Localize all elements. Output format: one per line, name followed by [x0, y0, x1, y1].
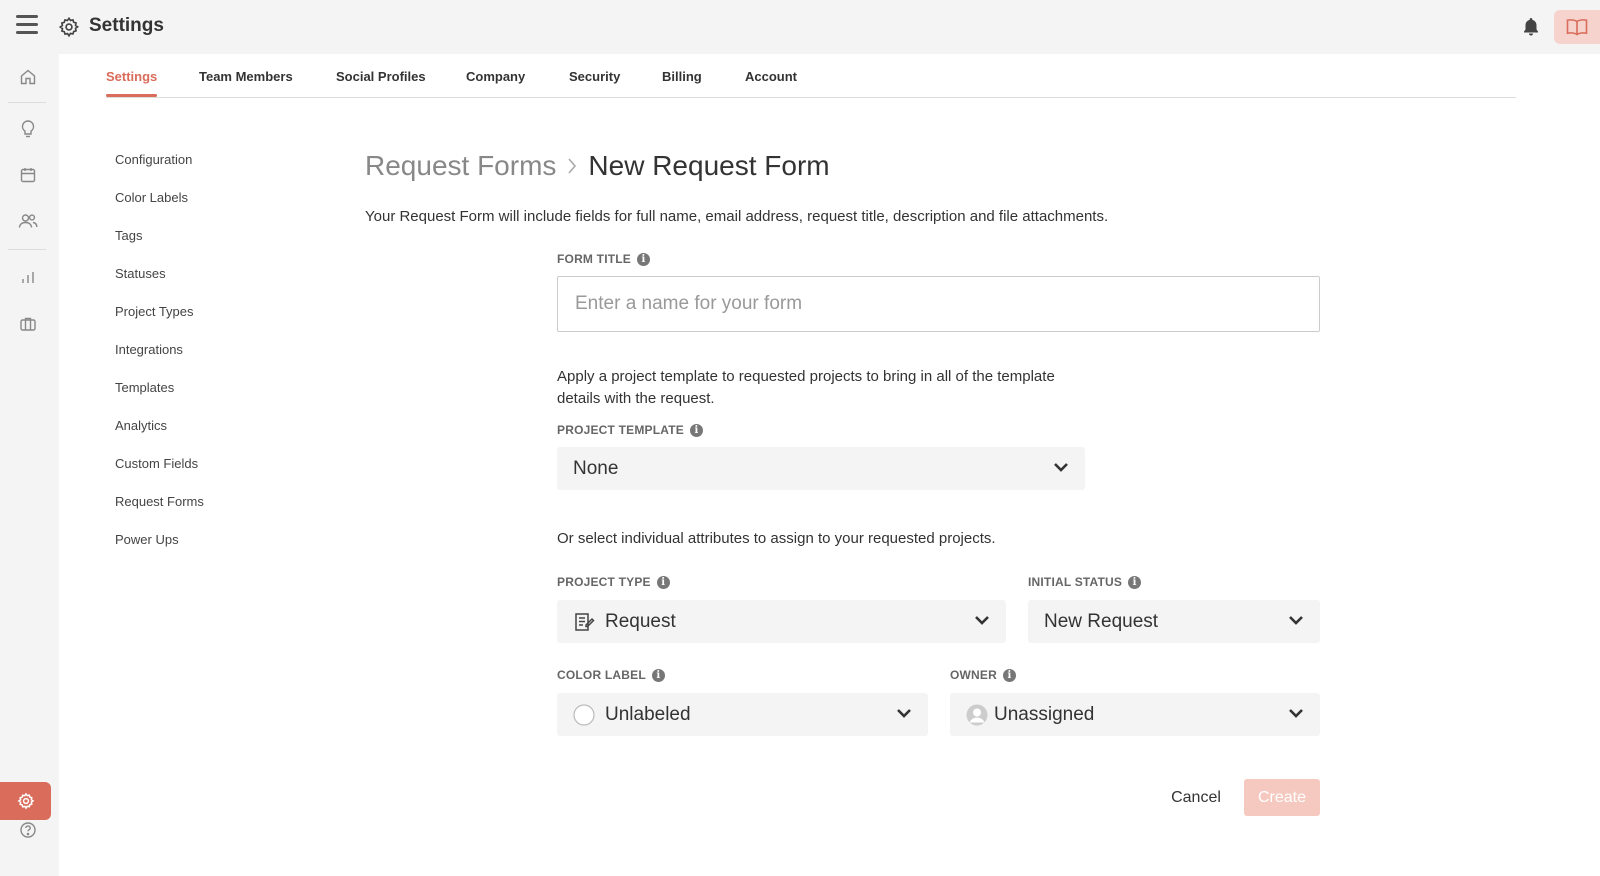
subnav-item-project-types[interactable]: Project Types — [115, 304, 194, 319]
breadcrumb: Request Forms New Request Form — [365, 150, 830, 182]
chevron-right-icon — [566, 156, 578, 176]
tab-account[interactable]: Account — [745, 69, 797, 84]
chart-icon[interactable] — [18, 268, 38, 288]
breadcrumb-current: New Request Form — [588, 150, 830, 181]
tab-billing[interactable]: Billing — [662, 69, 702, 84]
subnav-item-statuses[interactable]: Statuses — [115, 266, 166, 281]
home-icon[interactable] — [18, 67, 38, 87]
breadcrumb-parent[interactable]: Request Forms — [365, 150, 556, 182]
form-title-label-text: FORM TITLE — [557, 252, 631, 266]
project-template-label-text: PROJECT TEMPLATE — [557, 423, 684, 437]
guide-button[interactable] — [1554, 10, 1600, 44]
color-label-select[interactable]: Unlabeled — [557, 693, 928, 736]
color-label-label-text: COLOR LABEL — [557, 668, 646, 682]
lightbulb-icon[interactable] — [18, 119, 38, 139]
owner-select[interactable]: Unassigned — [950, 693, 1320, 736]
template-help-text: Apply a project template to requested pr… — [557, 368, 1055, 407]
color-label-label: COLOR LABEL i — [557, 668, 665, 682]
initial-status-label-text: INITIAL STATUS — [1028, 575, 1123, 589]
project-type-label: PROJECT TYPE i — [557, 575, 670, 589]
chevron-down-icon — [1054, 463, 1068, 472]
subnav-item-power-ups[interactable]: Power Ups — [115, 532, 179, 547]
tab-team-members[interactable]: Team Members — [199, 69, 293, 84]
rail-divider — [8, 249, 46, 250]
color-label-value: Unlabeled — [605, 703, 691, 725]
initial-status-value: New Request — [1044, 610, 1159, 632]
left-rail — [0, 54, 59, 876]
subnav-item-request-forms[interactable]: Request Forms — [115, 494, 204, 509]
settings-tabs — [106, 54, 1516, 98]
info-icon[interactable]: i — [1128, 575, 1142, 589]
chevron-down-icon — [975, 616, 989, 625]
tab-security[interactable]: Security — [569, 69, 620, 84]
form-title-input[interactable] — [557, 276, 1320, 332]
project-template-select[interactable]: None — [557, 447, 1085, 490]
subnav-item-custom-fields[interactable]: Custom Fields — [115, 456, 198, 471]
cancel-button[interactable]: Cancel — [1161, 779, 1231, 816]
owner-label: OWNER i — [950, 668, 1016, 682]
empty-color-circle-icon — [573, 703, 595, 726]
owner-value: Unassigned — [994, 703, 1095, 725]
gear-icon — [58, 16, 80, 38]
subnav-item-templates[interactable]: Templates — [115, 380, 174, 395]
people-icon[interactable] — [18, 211, 38, 231]
subnav-item-color-labels[interactable]: Color Labels — [115, 190, 188, 205]
settings-rail-button[interactable] — [0, 782, 51, 820]
info-icon[interactable]: i — [651, 668, 665, 682]
initial-status-select[interactable]: New Request — [1028, 600, 1320, 643]
help-icon[interactable] — [18, 820, 38, 840]
info-icon[interactable]: i — [656, 575, 670, 589]
project-type-value: Request — [605, 610, 676, 632]
top-bar: Settings — [0, 0, 1600, 54]
page-title: Settings — [89, 15, 164, 36]
chevron-down-icon — [1289, 616, 1303, 625]
project-template-label: PROJECT TEMPLATE i — [557, 423, 703, 437]
gear-icon — [17, 792, 34, 810]
book-icon — [1566, 19, 1588, 36]
calendar-icon[interactable] — [18, 165, 38, 185]
project-type-select[interactable]: Request — [557, 600, 1006, 643]
briefcase-icon[interactable] — [18, 314, 38, 334]
initial-status-label: INITIAL STATUS i — [1028, 575, 1142, 589]
project-type-label-text: PROJECT TYPE — [557, 575, 651, 589]
avatar-placeholder-icon — [966, 704, 988, 726]
create-button[interactable]: Create — [1244, 779, 1320, 816]
info-icon[interactable]: i — [1003, 668, 1016, 682]
main-panel: Settings Team Members Social Profiles Co… — [59, 54, 1600, 876]
info-icon[interactable]: i — [690, 423, 703, 437]
form-intro-text: Your Request Form will include fields fo… — [365, 208, 1109, 225]
subnav-item-configuration[interactable]: Configuration — [115, 152, 192, 167]
subnav-item-integrations[interactable]: Integrations — [115, 342, 183, 357]
project-template-value: None — [573, 457, 619, 479]
tab-settings[interactable]: Settings — [106, 69, 157, 84]
owner-label-text: OWNER — [950, 668, 997, 682]
subnav-item-tags[interactable]: Tags — [115, 228, 142, 243]
info-icon[interactable]: i — [637, 252, 650, 266]
request-form-icon — [573, 611, 595, 633]
tab-company[interactable]: Company — [466, 69, 525, 84]
tab-social-profiles[interactable]: Social Profiles — [336, 69, 426, 84]
active-tab-indicator — [106, 94, 157, 97]
attributes-help-text: Or select individual attributes to assig… — [557, 530, 996, 547]
subnav-item-analytics[interactable]: Analytics — [115, 418, 167, 433]
chevron-down-icon — [897, 709, 911, 718]
form-title-label: FORM TITLE i — [557, 252, 650, 266]
bell-icon[interactable] — [1522, 17, 1540, 37]
rail-divider — [8, 102, 46, 103]
menu-icon[interactable] — [16, 15, 38, 35]
chevron-down-icon — [1289, 709, 1303, 718]
